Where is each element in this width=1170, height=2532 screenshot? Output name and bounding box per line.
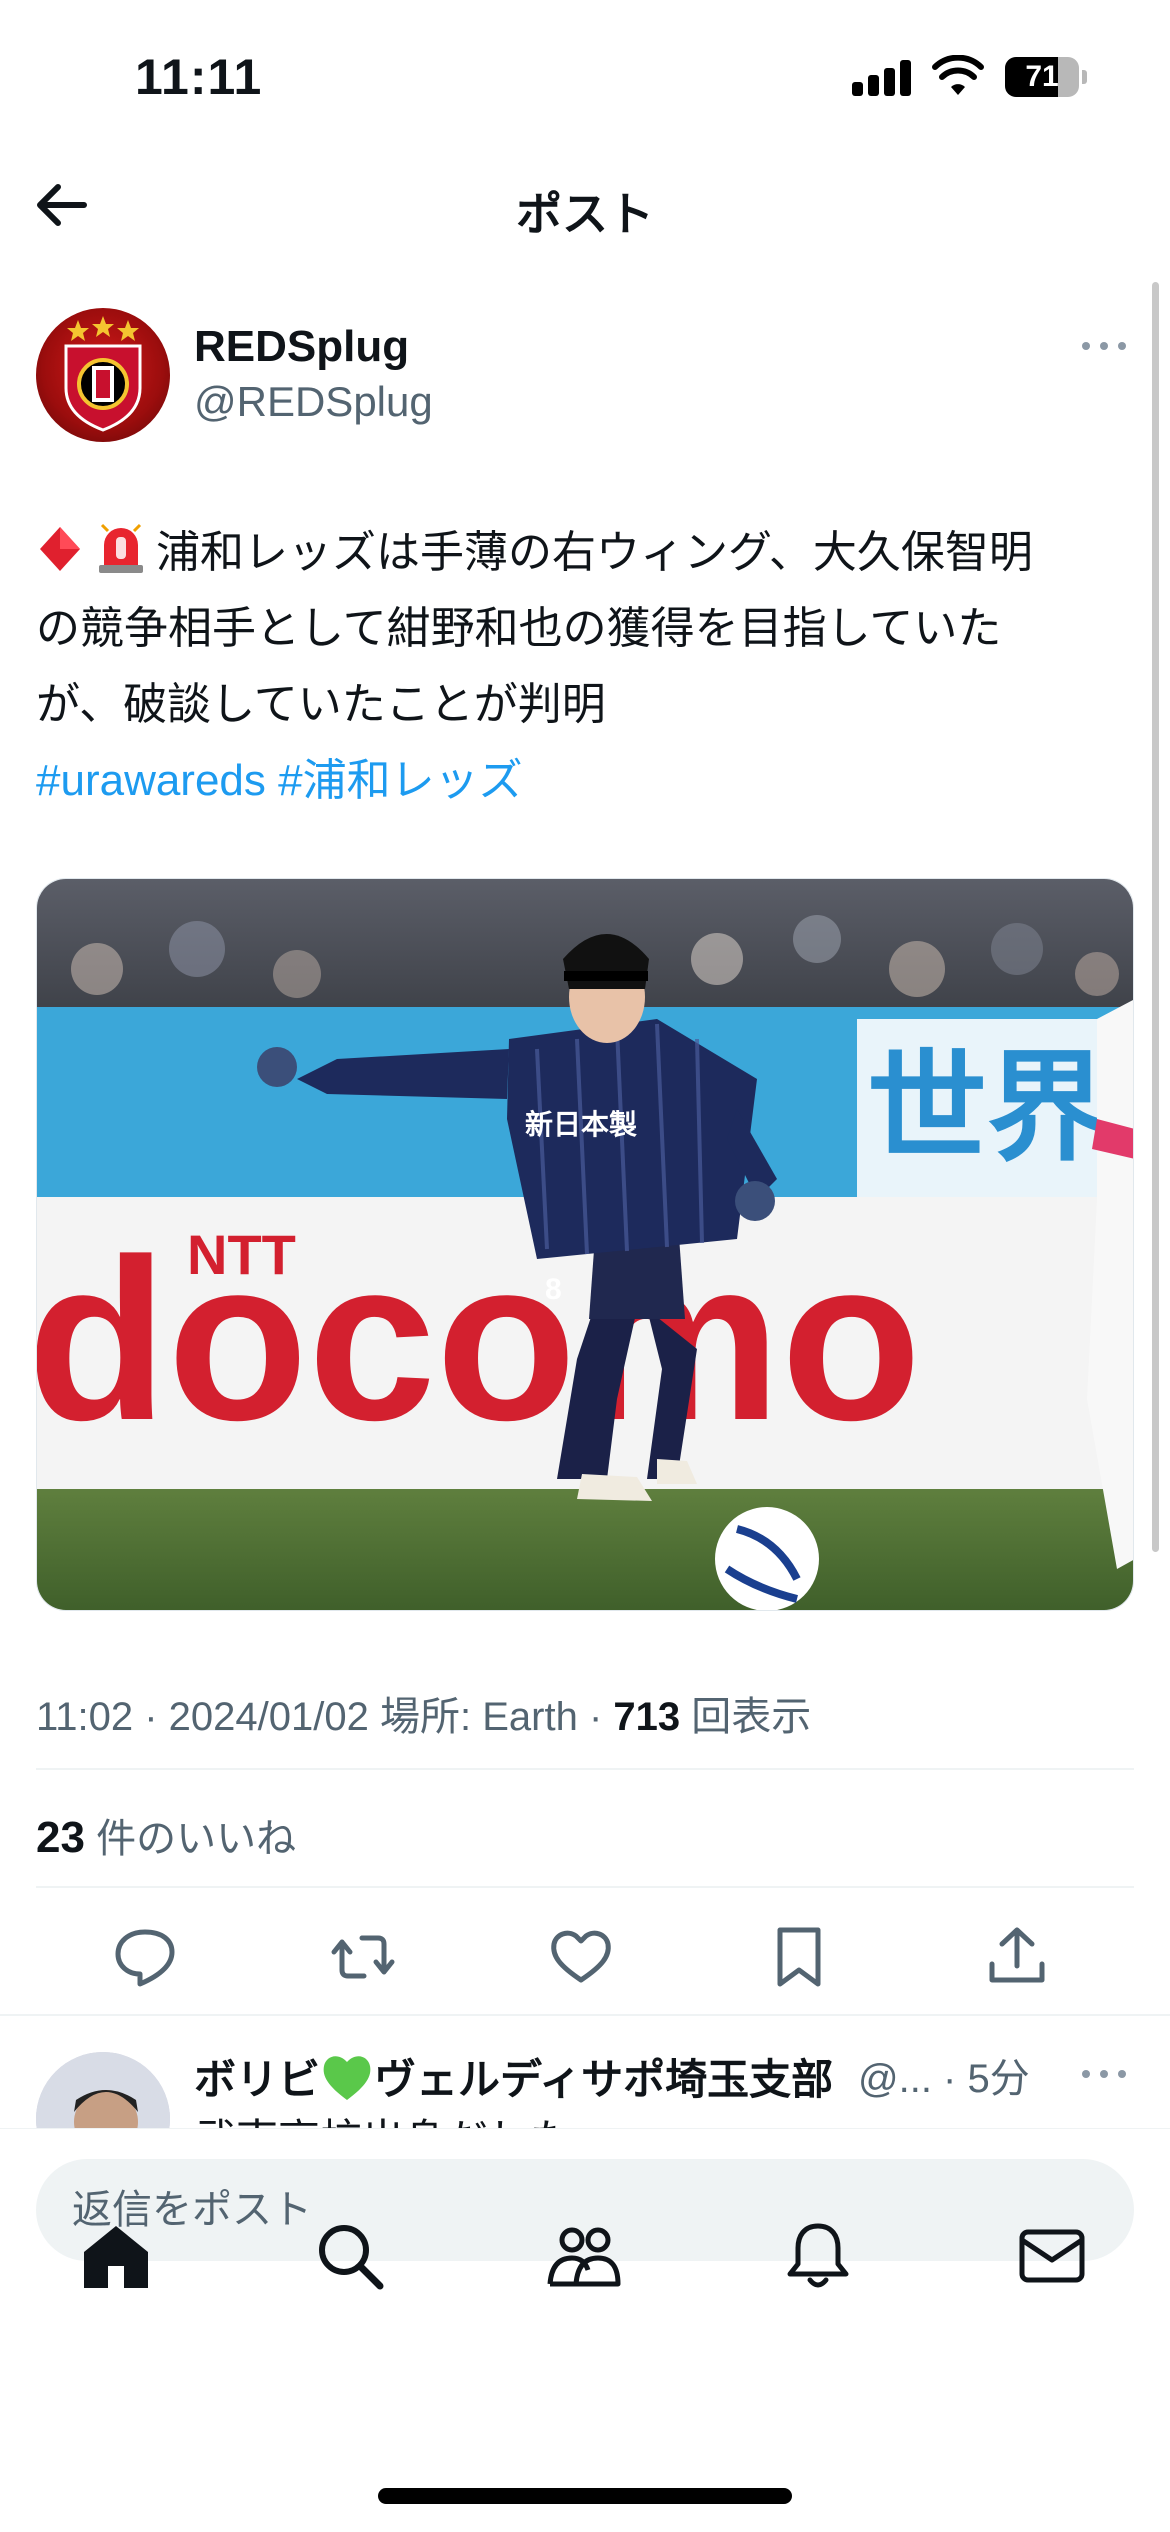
more-dots-icon[interactable] [1080,2058,1130,2088]
heart-icon[interactable] [546,1922,616,1992]
club-crest-image [64,316,142,432]
battery-percent: 71 [1025,60,1059,93]
post-text-line3: が、破談していたことが判明 [36,680,606,729]
banner-text: 世界 [867,1039,1107,1178]
shorts-number: 8 [545,1273,562,1306]
hashtag-link[interactable]: #浦和レッズ [278,756,522,805]
post-text-line: 浦和レッズは手薄の右ウィング、大久保智明 [36,515,1141,591]
author-name[interactable]: REDSplug [194,322,409,372]
repost-icon[interactable] [328,1922,398,1992]
post-timestamp[interactable]: 11:02 · 2024/01/02 [36,1695,369,1739]
post-location: 場所: Earth [380,1695,578,1739]
page-title: ポスト [516,188,654,240]
divider [0,2014,1170,2016]
comment-icon[interactable] [110,1922,180,1992]
scroll-indicator[interactable] [1152,282,1159,1552]
bell-icon[interactable] [780,2218,856,2294]
soccer-player-photo: 世界 NTT docomo 新日本製 8 [37,879,1133,1610]
green-heart-emoji-icon [323,2056,371,2100]
views-count: 713 [613,1695,681,1739]
wifi-icon [932,55,984,95]
bookmark-icon[interactable] [764,1922,834,1992]
status-time: 11:11 [135,49,263,105]
red-diamond-emoji-icon [40,527,80,571]
status-bar: 11:11 71 [0,0,1170,150]
likes-count: 23 [36,1813,85,1862]
likes-label: 件のいいね [96,1817,297,1861]
reply-name-part1: ボリビ [194,2056,321,2103]
siren-emoji-icon [99,523,143,573]
search-icon[interactable] [312,2218,388,2294]
bottom-area [0,2128,1170,2532]
post-text: 浦和レッズは手薄の右ウィング、大久保智明 の競争相手として紺野和也の獲得を目指し… [36,515,1141,819]
post-text-line1: 浦和レッズは手薄の右ウィング、大久保智明 [156,528,1033,577]
home-indicator[interactable] [378,2488,792,2504]
people-icon[interactable] [546,2218,622,2294]
avatar[interactable] [36,308,170,442]
post-image[interactable]: 世界 NTT docomo 新日本製 8 [36,878,1134,1611]
post-hashtags: #urawareds #浦和レッズ [36,743,1141,819]
post-meta: 11:02 · 2024/01/02 場所: Earth · 713 回表示 [36,1684,811,1742]
reply-author-name[interactable]: ボリビ ヴェルディサポ埼玉支部 [194,2046,833,2107]
meta-separator: · [588,1695,603,1739]
hashtag-link[interactable]: #urawareds [36,756,266,805]
more-dots-icon[interactable] [1080,330,1130,360]
sponsor-text: docomo [37,1211,921,1468]
views-label: 回表示 [691,1695,812,1739]
reply-handle-time: @... · 5分 [858,2057,1030,2101]
nav-header: ポスト [0,150,1170,265]
divider [36,1886,1134,1888]
battery-icon: 71 [1005,57,1087,97]
likes-summary[interactable]: 23 件のいいね [36,1806,296,1864]
share-icon[interactable] [982,1922,1052,1992]
divider [36,1768,1134,1770]
signal-icon [852,60,912,96]
home-icon[interactable] [78,2218,154,2294]
shirt-text: 新日本製 [525,1108,637,1141]
reply-name-part2: ヴェルディサポ埼玉支部 [374,2056,834,2103]
author-handle[interactable]: @REDSplug [194,378,433,426]
post-text-line2: の競争相手として紺野和也の獲得を目指していた [36,604,1002,653]
mail-icon[interactable] [1014,2218,1090,2294]
